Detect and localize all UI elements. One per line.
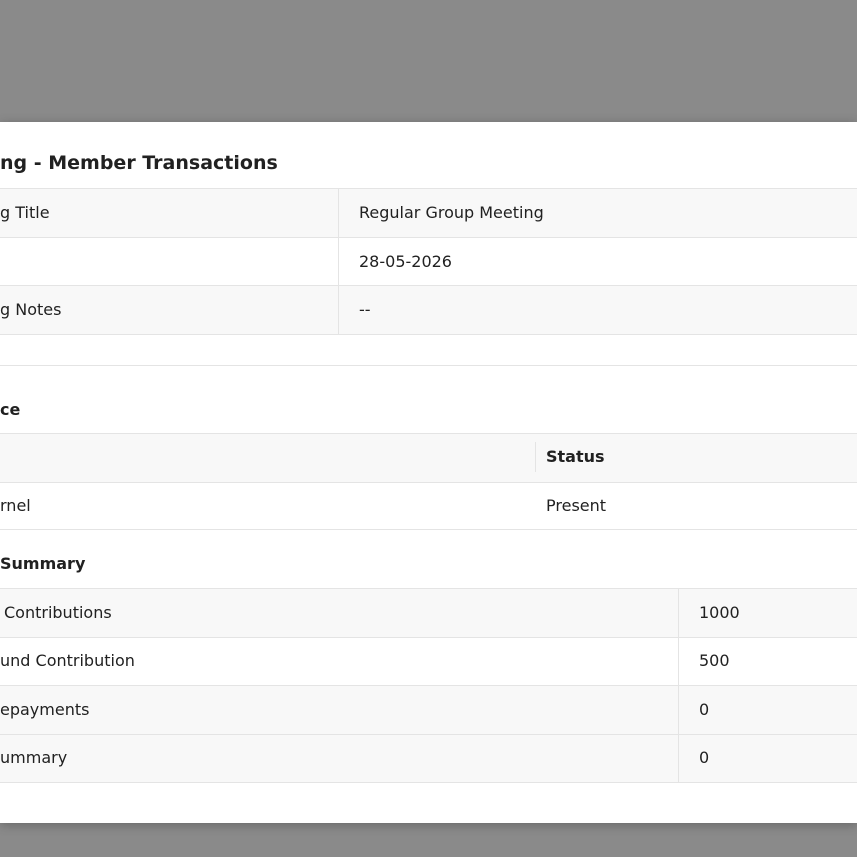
dialog-title: ng - Member Transactions (0, 152, 278, 174)
attendance-status: Present (546, 496, 607, 515)
table-row (0, 482, 857, 530)
member-transactions-dialog: ng - Member Transactions g Title Regular… (0, 122, 857, 823)
detail-label: g Title (0, 203, 50, 222)
summary-value: 500 (699, 651, 730, 670)
member-name: rnel (0, 496, 31, 515)
detail-label: g Notes (0, 300, 62, 319)
section-divider (0, 365, 857, 366)
summary-label: epayments (0, 700, 90, 719)
attendance-section-title: ce (0, 400, 21, 419)
summary-label: und Contribution (0, 651, 135, 670)
summary-label: ummary (0, 748, 68, 767)
summary-value: 0 (699, 748, 710, 767)
detail-row-notes (0, 285, 857, 334)
attendance-header-row (0, 433, 857, 482)
summary-value: 0 (699, 700, 710, 719)
table-row (0, 685, 857, 734)
summary-section-title: Summary (0, 554, 86, 573)
meeting-notes-value: -- (359, 300, 371, 319)
summary-label: Contributions (4, 603, 112, 622)
table-row (0, 734, 857, 783)
meeting-date-value: 28-05-2026 (359, 252, 452, 271)
column-header-status: Status (546, 447, 605, 466)
summary-value: 1000 (699, 603, 740, 622)
meeting-title-value: Regular Group Meeting (359, 203, 544, 222)
